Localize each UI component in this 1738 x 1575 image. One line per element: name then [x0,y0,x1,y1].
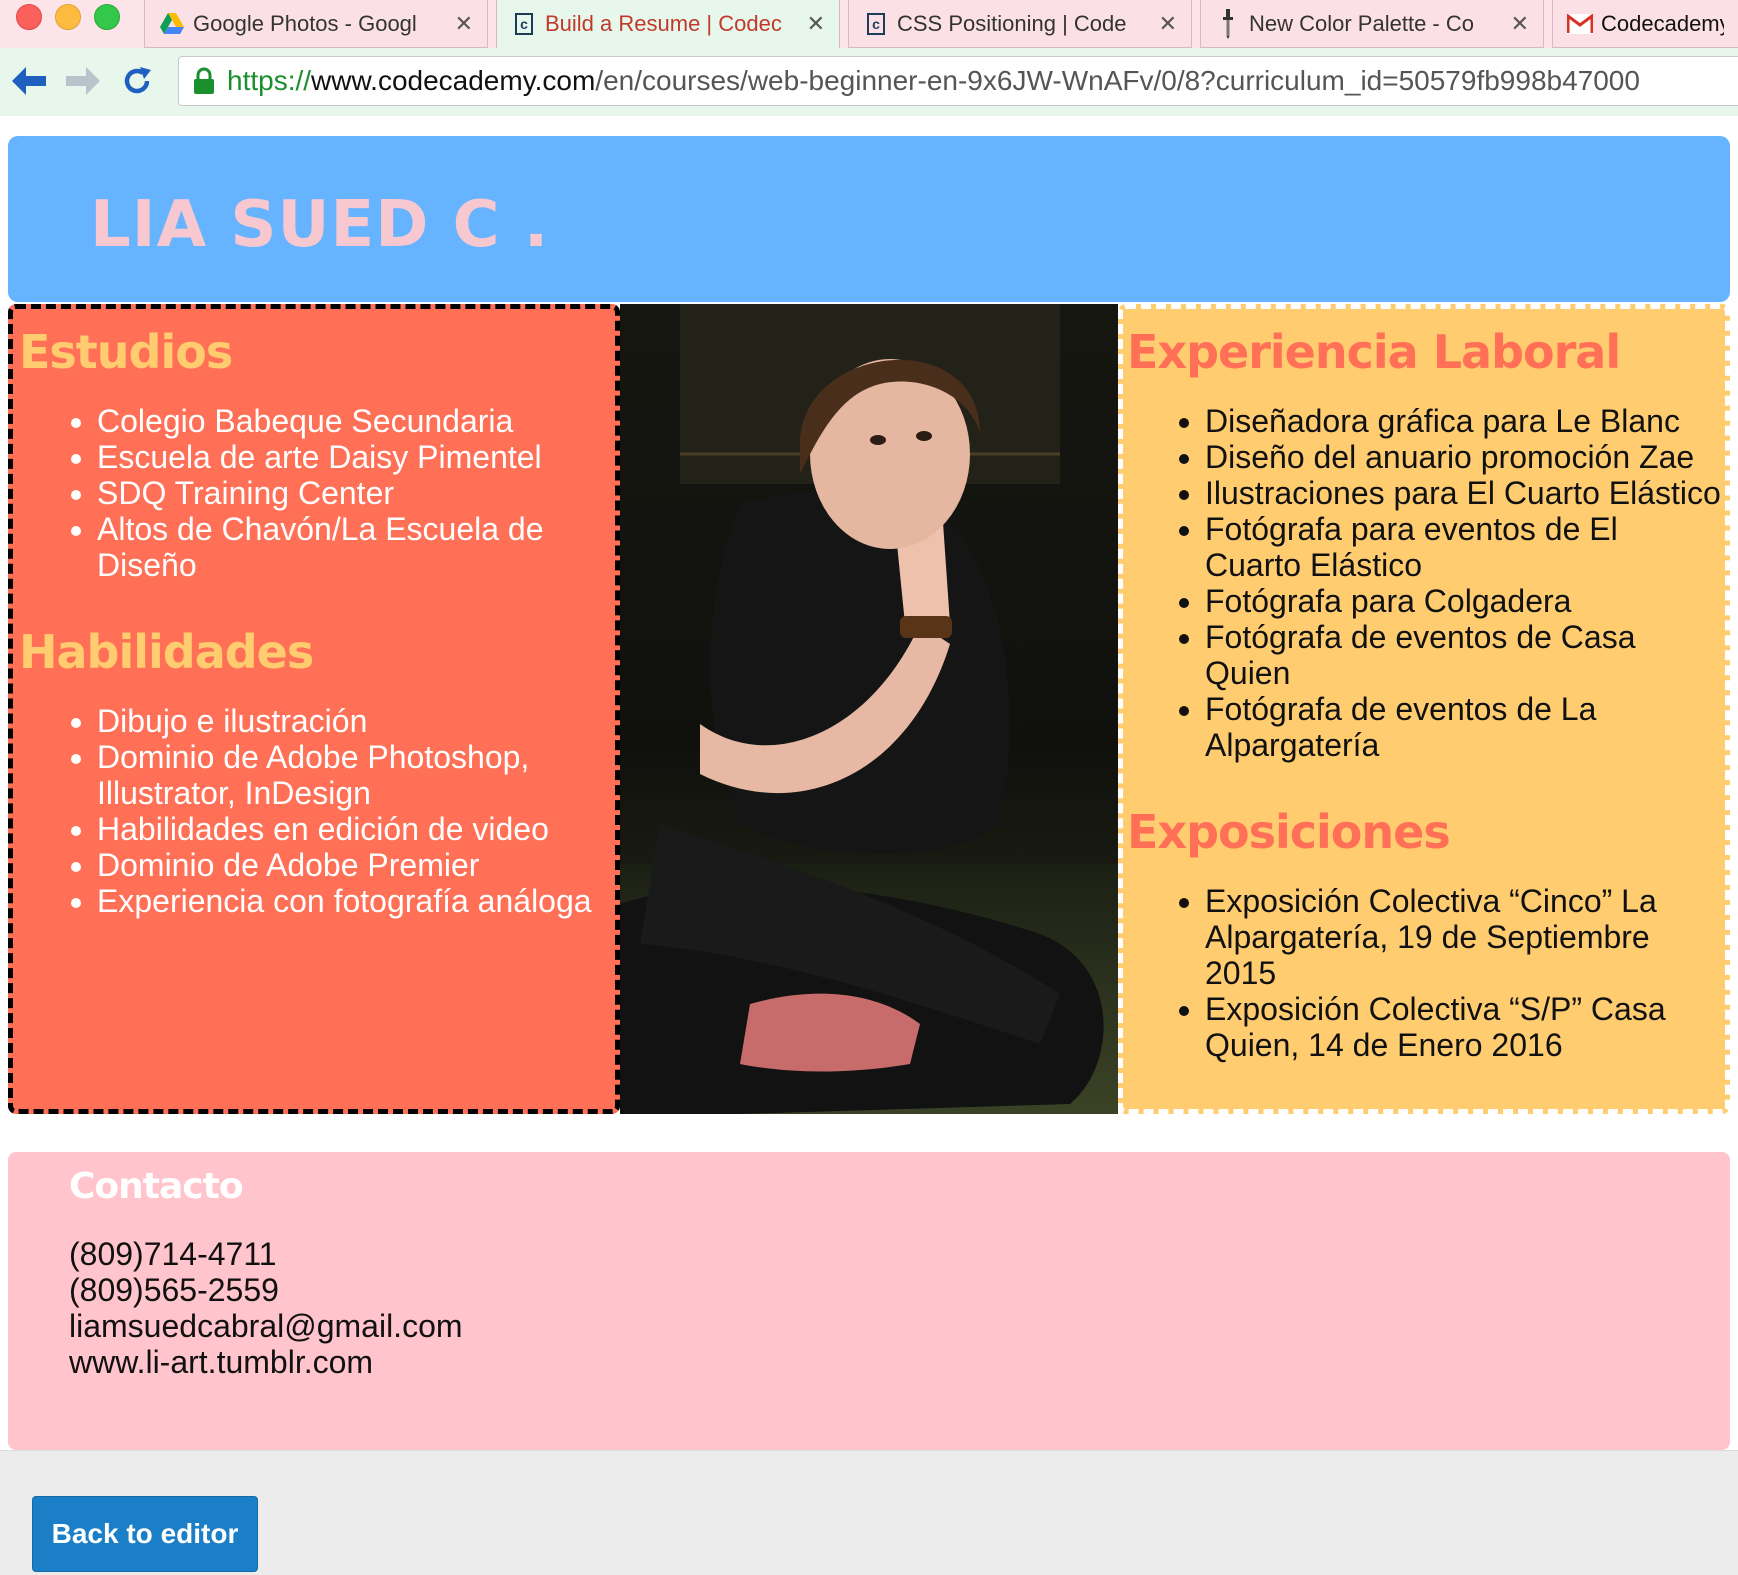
tab-color-palette[interactable]: New Color Palette - Co ✕ [1200,0,1544,48]
back-to-editor-button[interactable]: Back to editor [32,1496,258,1572]
list-item: Dominio de Adobe Premier [97,847,609,883]
experiencia-list: Diseñadora gráfica para Le Blanc Diseño … [1127,403,1721,763]
tab-title: Codecademy! [1601,10,1724,36]
list-item: Diseño del anuario promoción Zae [1205,439,1721,475]
list-item: Diseñadora gráfica para Le Blanc [1205,403,1721,439]
url-input[interactable]: https://www.codecademy.com/en/courses/we… [178,56,1738,106]
google-drive-icon [159,11,185,37]
profile-photo [620,304,1118,1114]
list-item: Ilustraciones para El Cuarto Elástico [1205,475,1721,511]
lock-icon [194,67,214,94]
contact-details: (809)714-4711 (809)565-2559 liamsuedcabr… [69,1236,1730,1380]
zoom-window-button[interactable] [94,4,120,30]
browser-tab-bar: Google Photos - Googl ✕ c Build a Resume… [0,0,1738,48]
codecademy-icon: c [863,11,889,37]
tab-css-positioning[interactable]: c CSS Positioning | Code ✕ [848,0,1192,48]
right-column: Experiencia Laboral Diseñadora gráfica p… [1118,304,1730,1114]
phone-2: (809)565-2559 [69,1272,279,1308]
list-item: Experiencia con fotografía análoga [97,883,609,919]
list-item: Colegio Babeque Secundaria [97,403,609,439]
list-item: Fotógrafa de eventos de Casa Quien [1205,619,1721,691]
url-host: www.codecademy.com [311,65,596,96]
list-item: SDQ Training Center [97,475,609,511]
contacto-title: Contacto [69,1166,244,1207]
list-item: Fotógrafa para eventos de El Cuarto Elás… [1205,511,1721,583]
tab-gmail[interactable]: Codecademy! [1552,0,1738,48]
portrait-image [620,304,1118,1114]
experiencia-title: Experiencia Laboral [1127,325,1621,379]
url-scheme: https:// [227,65,312,96]
footer-bar: Back to editor [0,1450,1738,1575]
estudios-title: Estudios [19,325,233,379]
habilidades-title: Habilidades [19,625,314,679]
close-icon[interactable]: ✕ [1159,11,1177,37]
forward-arrow-icon [66,67,100,95]
eyedropper-icon [1215,8,1241,39]
list-item: Habilidades en edición de video [97,811,609,847]
reload-icon [124,67,151,94]
tab-build-a-resume[interactable]: c Build a Resume | Codec ✕ [496,0,840,48]
exposiciones-list: Exposición Colectiva “Cinco” La Alpargat… [1127,883,1721,1063]
resume-header: LIA SUED C . [8,136,1730,302]
list-item: Escuela de arte Daisy Pimentel [97,439,609,475]
reload-button[interactable] [114,58,160,104]
tab-title: Google Photos - Googl [193,10,417,36]
url-path: /en/courses/web-beginner-en-9x6JW-WnAFv/… [595,65,1640,96]
contact-section: Contacto (809)714-4711 (809)565-2559 lia… [8,1152,1730,1450]
resume-name: LIA SUED C . [90,188,550,262]
close-icon[interactable]: ✕ [807,11,825,37]
close-icon[interactable]: ✕ [455,11,473,37]
close-window-button[interactable] [16,4,42,30]
browser-toolbar: https://www.codecademy.com/en/courses/we… [0,48,1738,116]
back-arrow-icon [12,67,46,95]
url-text: https://www.codecademy.com/en/courses/we… [227,65,1640,97]
email: liamsuedcabral@gmail.com [69,1308,463,1344]
estudios-list: Colegio Babeque Secundaria Escuela de ar… [19,403,609,583]
list-item: Fotógrafa de eventos de La Alpargatería [1205,691,1721,763]
list-item: Dibujo e ilustración [97,703,609,739]
website: www.li-art.tumblr.com [69,1344,374,1380]
list-item: Altos de Chavón/La Escuela de Diseño [97,511,609,583]
phone-1: (809)714-4711 [69,1236,277,1272]
tab-title: New Color Palette - Co [1249,10,1474,36]
tab-title: CSS Positioning | Code [897,10,1127,36]
habilidades-list: Dibujo e ilustración Dominio de Adobe Ph… [19,703,609,919]
list-item: Dominio de Adobe Photoshop, Illustrator,… [97,739,609,811]
gmail-icon [1567,11,1593,37]
close-icon[interactable]: ✕ [1511,11,1529,37]
forward-arrow-button[interactable] [60,58,106,104]
exposiciones-title: Exposiciones [1127,805,1451,859]
list-item: Fotógrafa para Colgadera [1205,583,1721,619]
tab-title: Build a Resume | Codec [545,11,782,36]
codecademy-icon: c [511,11,537,37]
list-item: Exposición Colectiva “Cinco” La Alpargat… [1205,883,1721,991]
back-arrow-button[interactable] [6,58,52,104]
list-item: Exposición Colectiva “S/P” Casa Quien, 1… [1205,991,1721,1063]
tab-google-photos[interactable]: Google Photos - Googl ✕ [144,0,488,48]
left-column: Estudios Colegio Babeque Secundaria Escu… [8,304,620,1114]
minimize-window-button[interactable] [55,4,81,30]
